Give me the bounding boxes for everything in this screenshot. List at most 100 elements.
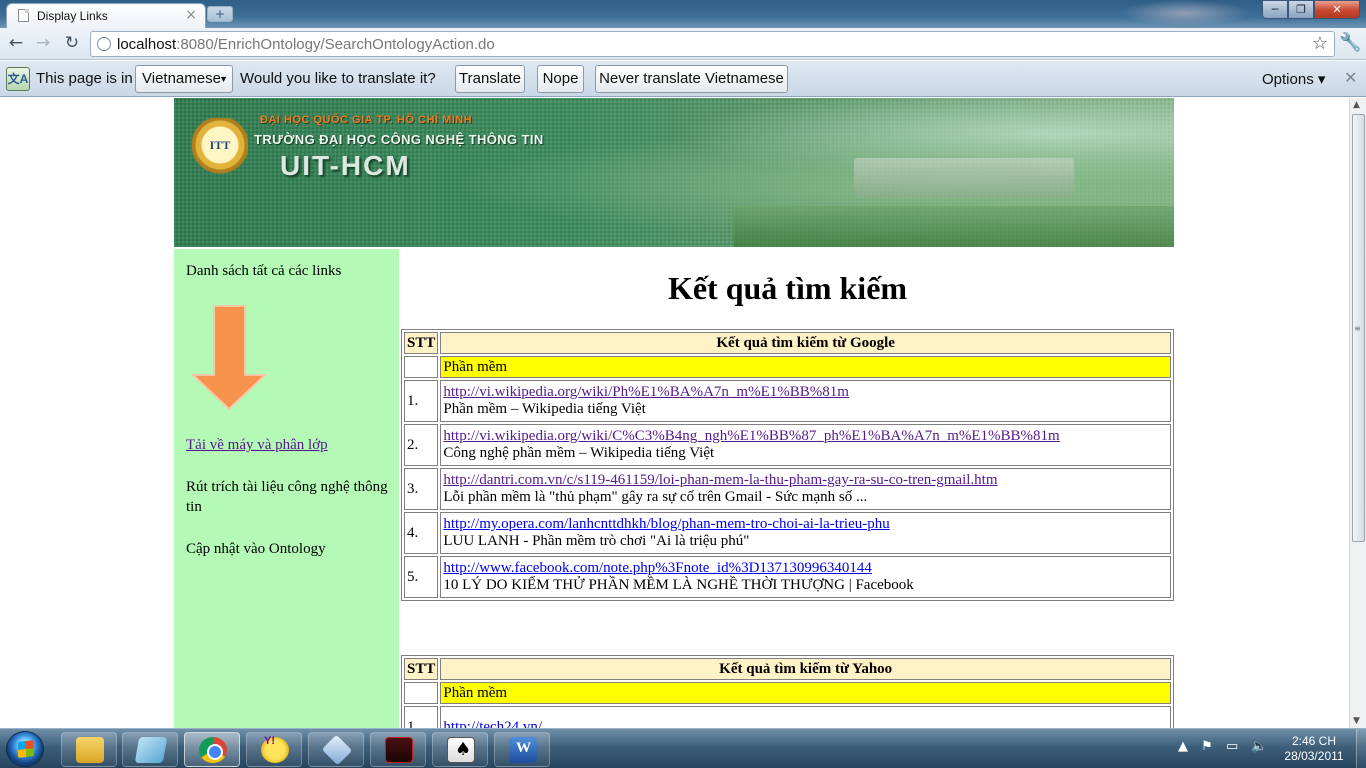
cards-icon [447,737,475,763]
taskbar-chrome[interactable] [184,732,240,767]
result-description: Công nghệ phần mềm – Wikipedia tiếng Việ… [443,445,715,461]
row-number: 4. [404,512,439,554]
row-number: 2. [404,424,439,466]
action-center-icon[interactable]: ⚑ [1201,739,1213,754]
nope-button[interactable]: Nope [537,65,584,93]
url-host: localhost [117,36,177,53]
table-row: 2. http://vi.wikipedia.org/wiki/C%C3%B4n… [404,424,1171,466]
infobar-close-icon[interactable]: ✕ [1344,68,1357,87]
table-row: 1. http://vi.wikipedia.org/wiki/Ph%E1%BA… [404,380,1171,422]
banner-campus-image [854,158,1074,198]
row-number: 1. [404,706,439,728]
taskbar-solitaire[interactable] [432,732,488,767]
table-row: 4. http://my.opera.com/lanhcnttdhkh/blog… [404,512,1171,554]
university-logo: ITT [192,118,248,178]
close-window-button[interactable]: ✕ [1314,0,1360,19]
result-description: 10 LÝ DO KIỂM THỬ PHẦN MỀM LÀ NGHỀ THỜI … [443,577,914,593]
game-icon [385,737,413,763]
translate-infobar: 文A This page is in Vietnamese ▼ Would yo… [0,61,1366,97]
taskbar-yahoo-messenger[interactable] [246,732,302,767]
chevron-down-icon: ▼ [219,74,228,84]
taskbar-word[interactable] [494,732,550,767]
network-icon[interactable]: ▭ [1226,739,1238,754]
result-cell: http://vi.wikipedia.org/wiki/Ph%E1%BA%A7… [440,380,1171,422]
result-link[interactable]: http://tech24.vn/ [443,719,1168,729]
page-viewport: ITT ĐẠI HỌC QUỐC GIA TP. HỒ CHÍ MINH TRƯ… [0,98,1349,728]
translate-button[interactable]: Translate [455,65,525,93]
banner-line-3: UIT-HCM [280,150,411,181]
download-classify-link[interactable]: Tải về máy và phân lớp [186,435,391,455]
sidebar: Danh sách tất cả các links Tải về máy và… [174,249,399,728]
options-menu[interactable]: Options ▾ [1262,70,1325,88]
site-banner: ITT ĐẠI HỌC QUỐC GIA TP. HỒ CHÍ MINH TRƯ… [174,98,1174,247]
result-link[interactable]: http://my.opera.com/lanhcnttdhkh/blog/ph… [443,516,1168,533]
yahoo-messenger-icon [261,735,289,763]
result-link[interactable]: http://vi.wikipedia.org/wiki/C%C3%B4ng_n… [443,428,1168,445]
banner-line-2: TRƯỜNG ĐẠI HỌC CÔNG NGHỆ THÔNG TIN [254,132,544,147]
bookmark-star-icon[interactable]: ☆ [1312,33,1328,54]
tab-close-icon[interactable]: × [185,7,197,23]
column-header-yahoo: Kết quả tìm kiếm từ Yahoo [440,658,1171,680]
scroll-up-icon[interactable]: ▲ [1353,100,1360,110]
table-row: 3. http://dantri.com.vn/c/s119-461159/lo… [404,468,1171,510]
sidebar-heading: Danh sách tất cả các links [186,263,342,279]
forward-button[interactable]: → [32,33,54,55]
show-desktop-button[interactable] [1356,729,1366,768]
row-number: 1. [404,380,439,422]
vertical-scrollbar[interactable]: ▲ ≡ ▼ [1349,98,1366,728]
result-cell: http://my.opera.com/lanhcnttdhkh/blog/ph… [440,512,1171,554]
column-header-google: Kết quả tìm kiếm từ Google [440,332,1171,354]
table-row: 5. http://www.facebook.com/note.php%3Fno… [404,556,1171,598]
options-label: Options [1262,71,1314,88]
result-description: Phần mềm – Wikipedia tiếng Việt [443,401,646,417]
translate-icon: 文A [6,67,30,91]
table-header-row: STT Kết quả tìm kiếm từ Yahoo [404,658,1171,680]
address-bar[interactable]: localhost:8080/EnrichOntology/SearchOnto… [90,31,1335,57]
new-tab-button[interactable]: + [207,6,233,22]
scroll-down-icon[interactable]: ▼ [1353,716,1360,726]
cube-icon [321,734,353,766]
wrench-menu-icon[interactable]: 🔧 [1339,32,1361,53]
minimize-button[interactable]: ─ [1262,0,1288,19]
reload-button[interactable]: ↻ [61,33,83,55]
url-path: :8080/EnrichOntology/SearchOntologyActio… [176,36,495,53]
system-clock[interactable]: 2:46 CH 28/03/2011 [1282,734,1346,764]
result-link[interactable]: http://vi.wikipedia.org/wiki/Ph%E1%BA%A7… [443,384,1168,401]
taskbar-game[interactable] [370,732,426,767]
globe-icon [97,37,111,51]
clock-date: 28/03/2011 [1284,749,1344,763]
translate-prefix: This page is in [36,70,133,87]
back-button[interactable]: ← [5,33,27,55]
tab-strip: Display Links × + ─ ❐ ✕ [0,0,1366,28]
scroll-grip-icon: ≡ [1354,324,1361,333]
start-button[interactable] [6,731,44,767]
keyword-row: Phần mềm [404,682,1171,704]
browser-toolbar: ← → ↻ localhost:8080/EnrichOntology/Sear… [0,28,1366,60]
result-cell: http://www.facebook.com/note.php%3Fnote_… [440,556,1171,598]
language-select-value: Vietnamese [142,70,221,87]
empty-cell [404,682,439,704]
maximize-button[interactable]: ❐ [1288,0,1314,19]
page-title: Kết quả tìm kiếm [667,270,908,306]
windows-logo-icon [18,740,34,758]
page-icon [18,9,29,22]
volume-icon[interactable]: 🔈 [1251,739,1267,754]
never-translate-button[interactable]: Never translate Vietnamese [595,65,788,93]
browser-tab[interactable]: Display Links × [6,3,206,28]
result-link[interactable]: http://www.facebook.com/note.php%3Fnote_… [443,560,1168,577]
language-select[interactable]: Vietnamese ▼ [135,65,233,93]
result-cell: http://dantri.com.vn/c/s119-461159/loi-p… [440,468,1171,510]
result-cell: http://vi.wikipedia.org/wiki/C%C3%B4ng_n… [440,424,1171,466]
taskbar-document[interactable] [122,732,178,767]
show-hidden-icons[interactable]: ▲ [1178,739,1188,754]
taskbar-explorer[interactable] [61,732,117,767]
taskbar-virtualbox[interactable] [308,732,364,767]
word-icon [509,737,537,763]
keyword-cell: Phần mềm [440,682,1171,704]
banner-line-1: ĐẠI HỌC QUỐC GIA TP. HỒ CHÍ MINH [260,114,473,126]
titlebar-glow [1120,0,1250,26]
keyword-cell: Phần mềm [440,356,1171,378]
result-link[interactable]: http://dantri.com.vn/c/s119-461159/loi-p… [443,472,1168,489]
folder-icon [76,737,104,763]
url-text[interactable]: localhost:8080/EnrichOntology/SearchOnto… [117,36,495,53]
